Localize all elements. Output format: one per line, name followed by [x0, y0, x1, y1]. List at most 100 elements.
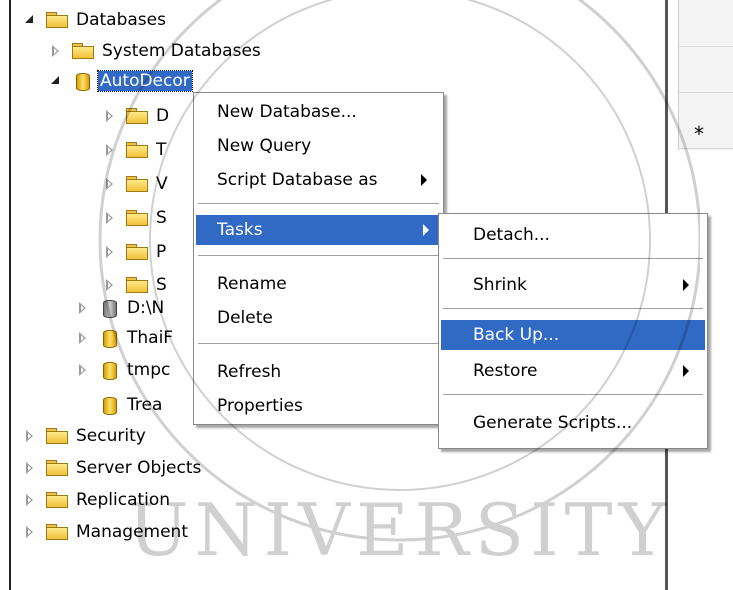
- menu-item-label: Script Database as: [217, 170, 378, 190]
- grid-row: [679, 46, 733, 93]
- folder-icon: [126, 176, 148, 192]
- tree-node-replication[interactable]: Replication: [22, 488, 172, 512]
- new-row-marker: *: [694, 122, 704, 146]
- menu-item-label: Rename: [217, 274, 287, 294]
- tree-node-trea[interactable]: Trea: [99, 393, 164, 417]
- expand-icon[interactable]: [75, 300, 91, 316]
- expand-icon[interactable]: [102, 244, 118, 260]
- menu-item-refresh[interactable]: Refresh: [194, 357, 443, 387]
- expand-icon[interactable]: [22, 428, 38, 444]
- expand-icon[interactable]: [102, 142, 118, 158]
- tree-node-label: D:\N: [127, 298, 165, 318]
- menu-item-generate-scripts[interactable]: Generate Scripts...: [439, 408, 707, 438]
- submenu-arrow-icon: [683, 279, 689, 291]
- expand-icon[interactable]: [102, 176, 118, 192]
- menu-separator: [198, 203, 439, 204]
- menu-separator: [443, 258, 703, 259]
- menu-item-new-database[interactable]: New Database...: [194, 97, 443, 127]
- grid-new-row[interactable]: [679, 92, 733, 149]
- submenu-arrow-icon: [421, 174, 427, 186]
- tree-node-label: Management: [76, 522, 188, 542]
- menu-item-label: New Database...: [217, 102, 357, 122]
- menu-separator: [443, 308, 703, 309]
- tree-node-label: Replication: [76, 490, 171, 510]
- tree-node-label: Databases: [76, 10, 166, 30]
- tree-node-system-databases[interactable]: System Databases: [48, 39, 263, 63]
- context-menu: New Database... New Query Script Databas…: [193, 92, 444, 425]
- expand-icon[interactable]: [22, 460, 38, 476]
- tree-node-server-objects[interactable]: Server Objects: [22, 456, 203, 480]
- expand-icon[interactable]: [75, 362, 91, 378]
- menu-item-label: Detach...: [473, 225, 550, 245]
- menu-item-label: Restore: [473, 361, 538, 381]
- tree-node-databases[interactable]: Databases: [22, 8, 168, 32]
- menu-item-back-up[interactable]: Back Up...: [441, 320, 705, 350]
- menu-item-label: Shrink: [473, 275, 527, 295]
- expand-icon[interactable]: [22, 524, 38, 540]
- folder-icon: [126, 108, 148, 124]
- menu-item-properties[interactable]: Properties: [194, 391, 443, 421]
- menu-item-rename[interactable]: Rename: [194, 269, 443, 299]
- tree-node-attached-db[interactable]: D:\N: [75, 296, 166, 320]
- menu-item-label: Back Up...: [473, 325, 560, 345]
- window-border: [9, 0, 11, 590]
- menu-item-label: Tasks: [217, 220, 263, 240]
- database-icon: [76, 71, 90, 91]
- tree-node-label: Trea: [127, 395, 163, 415]
- folder-icon: [72, 43, 94, 59]
- tree-node-label: Server Objects: [76, 458, 202, 478]
- menu-item-restore[interactable]: Restore: [439, 356, 707, 386]
- expand-icon[interactable]: [102, 210, 118, 226]
- database-icon: [103, 395, 117, 415]
- tree-node-label: P: [156, 242, 167, 262]
- tree-node-tmp[interactable]: tmpc: [75, 358, 172, 382]
- results-grid: *: [678, 0, 733, 150]
- tree-node-thai[interactable]: ThaiF: [75, 326, 175, 350]
- database-icon: [103, 298, 117, 318]
- expand-icon[interactable]: [22, 492, 38, 508]
- folder-icon: [46, 12, 68, 28]
- folder-icon: [126, 210, 148, 226]
- menu-item-delete[interactable]: Delete: [194, 303, 443, 333]
- tree-node-label: Security: [76, 426, 146, 446]
- menu-item-label: Refresh: [217, 362, 282, 382]
- tree-node-sub-5[interactable]: P: [102, 240, 168, 264]
- menu-item-detach[interactable]: Detach...: [439, 220, 707, 250]
- menu-item-script-database-as[interactable]: Script Database as: [194, 165, 443, 195]
- collapse-icon[interactable]: [22, 12, 38, 28]
- folder-icon: [126, 142, 148, 158]
- tree-node-sub-1[interactable]: D: [102, 104, 171, 128]
- expand-icon[interactable]: [48, 43, 64, 59]
- tree-node-security[interactable]: Security: [22, 424, 148, 448]
- svg-text:UNIVERSITY: UNIVERSITY: [128, 488, 672, 572]
- menu-item-new-query[interactable]: New Query: [194, 131, 443, 161]
- expand-icon[interactable]: [102, 108, 118, 124]
- tree-node-label: ThaiF: [127, 328, 174, 348]
- tree-node-autodecor[interactable]: AutoDecor: [48, 69, 193, 93]
- database-icon: [103, 360, 117, 380]
- tree-node-sub-2[interactable]: T: [102, 138, 168, 162]
- collapse-icon[interactable]: [48, 73, 64, 89]
- expand-icon[interactable]: [102, 277, 118, 293]
- tree-node-label: V: [156, 174, 168, 194]
- folder-icon: [126, 277, 148, 293]
- menu-item-label: New Query: [217, 136, 312, 156]
- tree-node-sub-6[interactable]: S: [102, 273, 169, 297]
- tree-node-management[interactable]: Management: [22, 520, 190, 544]
- expand-icon[interactable]: [75, 330, 91, 346]
- tree-node-sub-3[interactable]: V: [102, 172, 170, 196]
- menu-item-tasks[interactable]: Tasks: [196, 215, 441, 245]
- menu-separator: [198, 255, 439, 256]
- tree-node-sub-4[interactable]: S: [102, 206, 169, 230]
- menu-item-label: Properties: [217, 396, 303, 416]
- tasks-submenu: Detach... Shrink Back Up... Restore Gene…: [438, 213, 708, 449]
- submenu-arrow-icon: [423, 224, 429, 236]
- folder-icon: [46, 524, 68, 540]
- tree-node-label: System Databases: [102, 41, 261, 61]
- tree-node-label: D: [156, 106, 170, 126]
- menu-item-shrink[interactable]: Shrink: [439, 270, 707, 300]
- menu-item-label: Generate Scripts...: [473, 413, 633, 433]
- tree-node-label: S: [156, 275, 167, 295]
- folder-icon: [46, 492, 68, 508]
- tree-node-label: S: [156, 208, 167, 228]
